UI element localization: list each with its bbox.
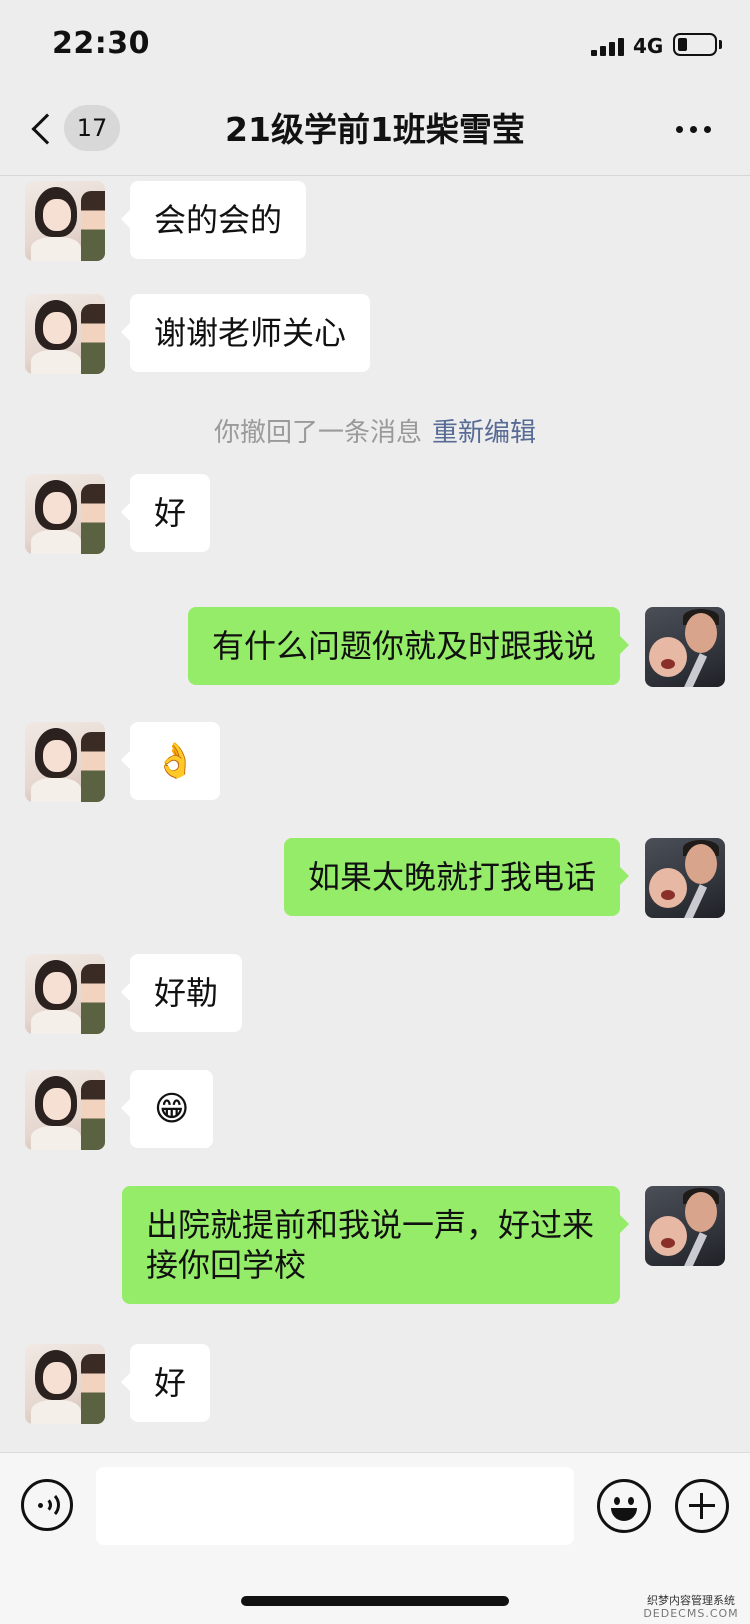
outgoing-message[interactable]: 如果太晚就打我电话 [283,838,630,916]
voice-input-icon[interactable] [21,1479,73,1531]
chevron-left-icon[interactable] [31,113,63,145]
contact-avatar[interactable] [25,954,105,1034]
emoji-smile-icon[interactable] [597,1479,651,1533]
chat-header: 17 21级学前1班柴雪莹 [0,88,750,176]
incoming-message[interactable]: 好 [120,1344,211,1422]
plus-circle-icon[interactable] [675,1479,729,1533]
status-bar: 22:30 4G [0,0,750,88]
outgoing-message[interactable]: 有什么问题你就及时跟我说 [187,607,630,685]
battery-icon [673,33,717,56]
my-avatar[interactable] [645,838,725,918]
battery-cap [719,40,722,49]
recall-notice: 你撤回了一条消息 重新编辑 [0,416,750,450]
contact-avatar[interactable] [25,474,105,554]
incoming-emoji-message[interactable]: 😁 [120,1070,214,1148]
re-edit-link[interactable]: 重新编辑 [432,418,536,448]
site-watermark: 织梦内容管理系统 DEDECMS.COM [636,1594,746,1620]
watermark-line2: DEDECMS.COM [643,1607,739,1620]
unread-count-badge[interactable]: 17 [64,105,120,151]
contact-avatar[interactable] [25,1070,105,1150]
my-avatar[interactable] [645,607,725,687]
contact-avatar[interactable] [25,294,105,374]
contact-avatar[interactable] [25,1344,105,1424]
incoming-message[interactable]: 好 [120,474,211,552]
incoming-message[interactable]: 谢谢老师关心 [120,294,371,372]
my-avatar[interactable] [645,1186,725,1266]
outgoing-message[interactable]: 出院就提前和我说一声，好过来接你回学校 [122,1186,629,1304]
recall-notice-text: 你撤回了一条消息 [213,418,422,448]
message-input[interactable] [96,1467,574,1545]
contact-avatar[interactable] [25,722,105,802]
contact-avatar[interactable] [25,181,105,261]
incoming-message[interactable]: 好勒 [120,954,243,1032]
watermark-line1: 织梦内容管理系统 [647,1594,735,1607]
chat-title: 21级学前1班柴雪莹 [225,110,525,149]
home-indicator[interactable] [241,1596,509,1606]
cellular-signal-icon [591,38,625,56]
network-type: 4G [633,34,664,58]
incoming-emoji-message[interactable]: 👌 [120,722,221,800]
status-time: 22:30 [52,26,150,61]
more-dots-icon[interactable] [676,126,712,134]
incoming-message[interactable]: 会的会的 [120,181,307,259]
